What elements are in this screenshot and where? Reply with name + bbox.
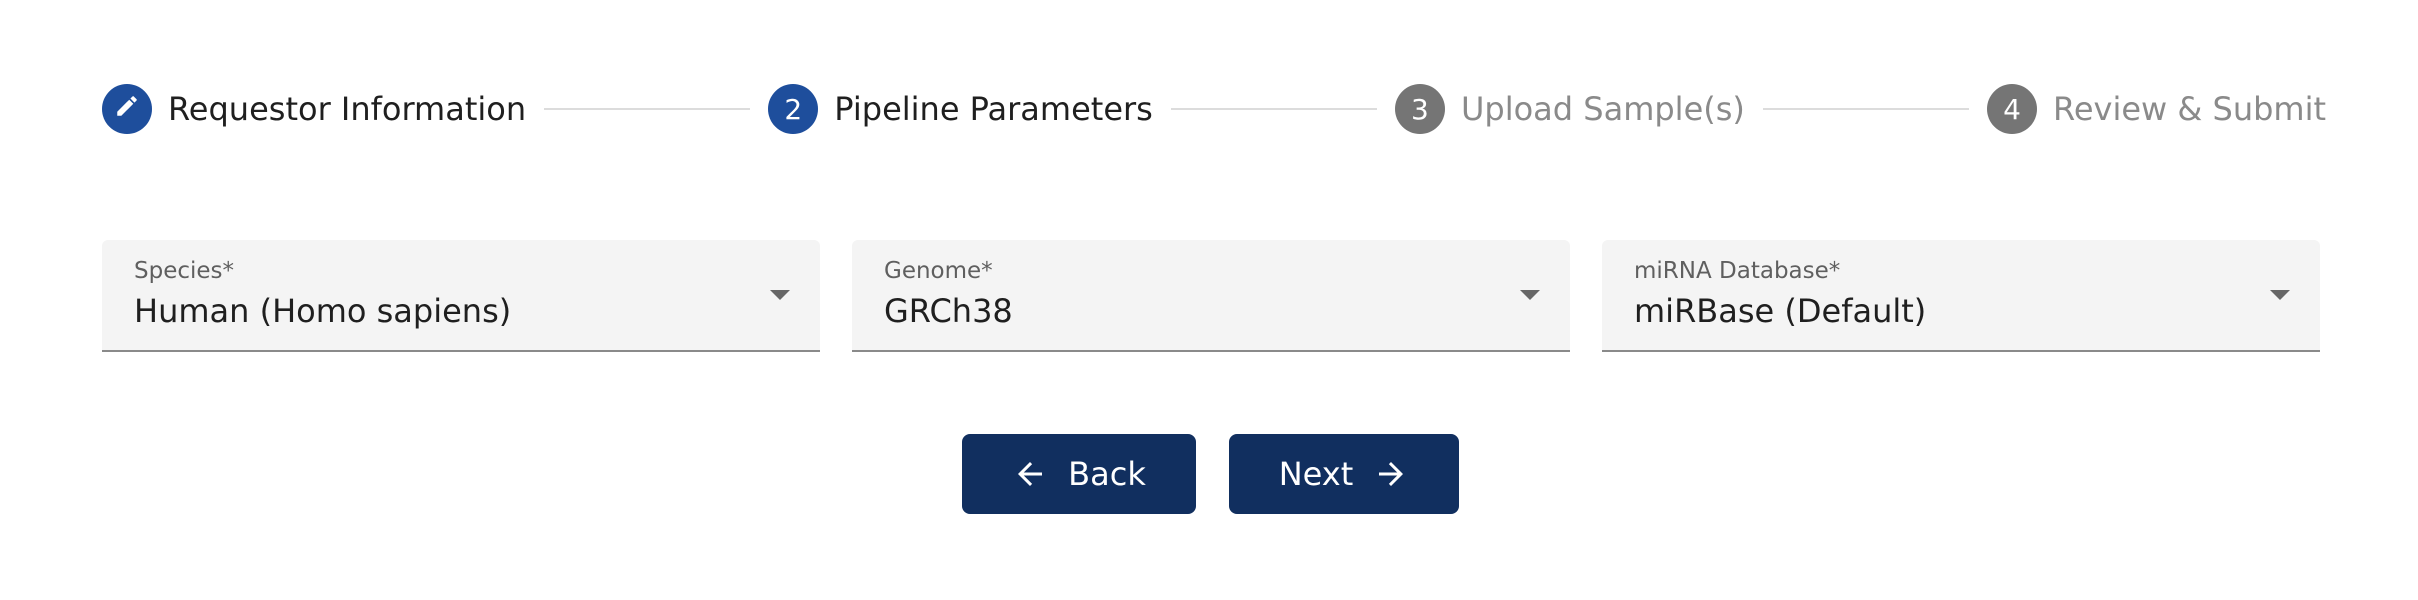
- dropdown-arrow-icon[interactable]: [1520, 290, 1540, 300]
- step-connector: [1762, 108, 1970, 110]
- back-button-label: Back: [1068, 455, 1146, 493]
- genome-select[interactable]: Genome* GRCh38: [852, 240, 1570, 352]
- step-label: Upload Sample(s): [1460, 90, 1745, 128]
- step-pipeline-parameters[interactable]: 2 Pipeline Parameters: [768, 84, 1153, 134]
- mirna-database-label: miRNA Database*: [1634, 258, 1841, 284]
- step-connector: [544, 108, 751, 110]
- next-button[interactable]: Next: [1229, 434, 1459, 514]
- species-select[interactable]: Species* Human (Homo sapiens): [102, 240, 820, 352]
- species-label: Species*: [134, 258, 235, 284]
- step-requestor-information[interactable]: Requestor Information: [102, 84, 526, 134]
- mirna-database-value: miRBase (Default): [1634, 292, 1927, 330]
- arrow-left-icon: [1012, 456, 1048, 492]
- pencil-icon: [114, 93, 140, 126]
- genome-label: Genome*: [884, 258, 993, 284]
- step-number-badge: 2: [768, 84, 819, 134]
- step-number-badge: 3: [1394, 84, 1445, 134]
- dropdown-arrow-icon[interactable]: [2270, 290, 2290, 300]
- step-upload-samples[interactable]: 3 Upload Sample(s): [1394, 84, 1745, 134]
- arrow-right-icon: [1373, 456, 1409, 492]
- step-number-badge: 4: [1987, 84, 2038, 134]
- back-button[interactable]: Back: [962, 434, 1196, 514]
- species-value: Human (Homo sapiens): [134, 292, 512, 330]
- mirna-database-select[interactable]: miRNA Database* miRBase (Default): [1602, 240, 2320, 352]
- stepper: Requestor Information 2 Pipeline Paramet…: [102, 84, 2326, 134]
- genome-value: GRCh38: [884, 292, 1013, 330]
- step-label: Pipeline Parameters: [834, 90, 1153, 128]
- step-completed-indicator: [102, 84, 152, 134]
- next-button-label: Next: [1278, 455, 1354, 493]
- dropdown-arrow-icon[interactable]: [770, 290, 790, 300]
- step-review-submit[interactable]: 4 Review & Submit: [1987, 84, 2326, 134]
- step-label: Review & Submit: [2053, 90, 2327, 128]
- step-connector: [1170, 108, 1377, 110]
- step-label: Requestor Information: [168, 90, 527, 128]
